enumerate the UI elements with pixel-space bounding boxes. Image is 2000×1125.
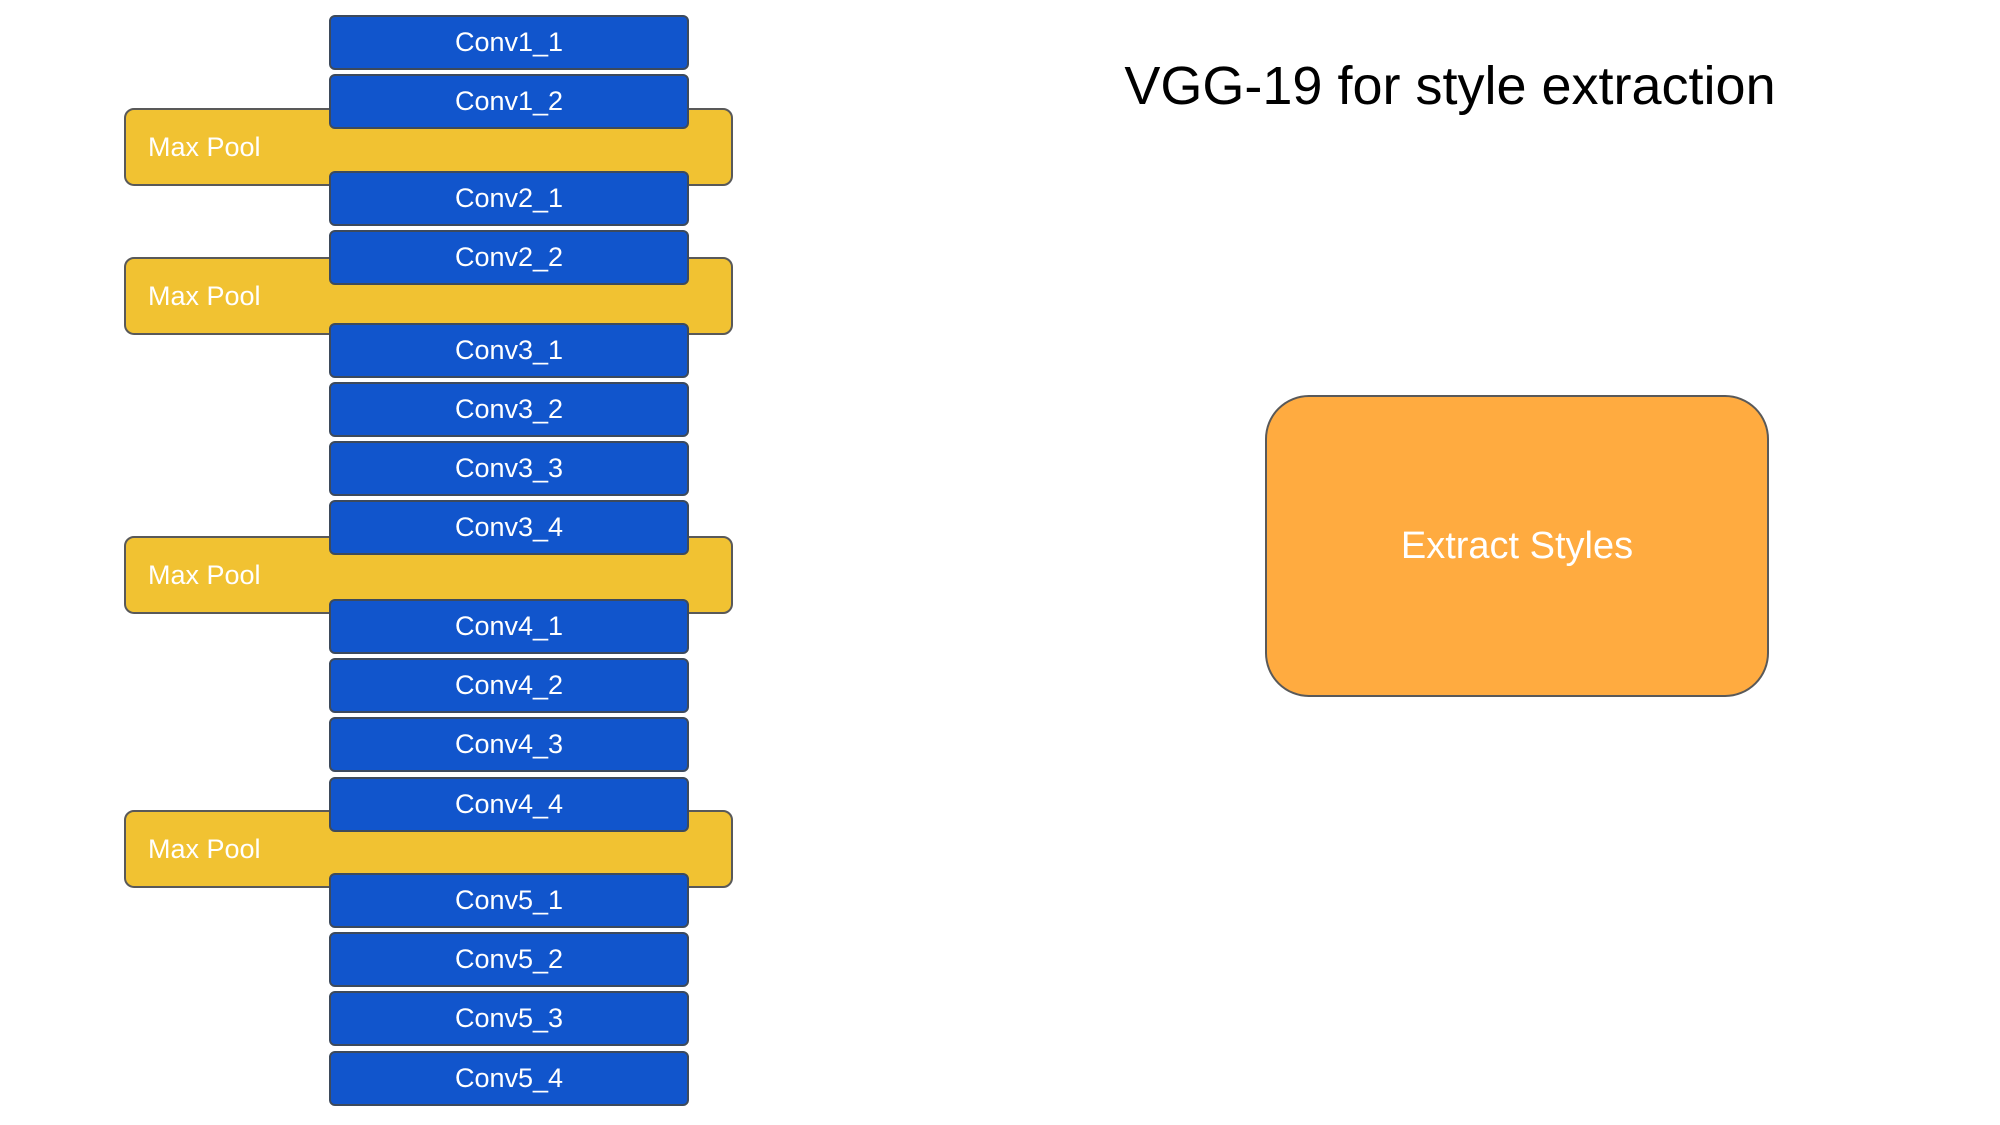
conv5-3-box: Conv5_3 bbox=[329, 991, 689, 1046]
conv2-1-box: Conv2_1 bbox=[329, 171, 689, 226]
conv5-2-box: Conv5_2 bbox=[329, 932, 689, 987]
conv4-2-box: Conv4_2 bbox=[329, 658, 689, 713]
max-pool-2-label: Max Pool bbox=[148, 280, 261, 311]
extract-styles-label: Extract Styles bbox=[1400, 524, 1634, 567]
extract-styles-box: Extract Styles bbox=[1265, 395, 1769, 697]
max-pool-3-label: Max Pool bbox=[148, 559, 261, 590]
conv3-2-box: Conv3_2 bbox=[329, 382, 689, 437]
conv3-4-box: Conv3_4 bbox=[329, 500, 689, 555]
max-pool-1-label: Max Pool bbox=[148, 131, 261, 162]
max-pool-4-label: Max Pool bbox=[148, 833, 261, 864]
conv1-1-box: Conv1_1 bbox=[329, 15, 689, 70]
conv5-1-box: Conv5_1 bbox=[329, 873, 689, 928]
conv3-1-box: Conv3_1 bbox=[329, 323, 689, 378]
conv1-2-box: Conv1_2 bbox=[329, 74, 689, 129]
conv4-4-box: Conv4_4 bbox=[329, 777, 689, 832]
conv2-2-box: Conv2_2 bbox=[329, 230, 689, 285]
conv5-4-box: Conv5_4 bbox=[329, 1051, 689, 1106]
conv3-3-box: Conv3_3 bbox=[329, 441, 689, 496]
conv4-3-box: Conv4_3 bbox=[329, 717, 689, 772]
conv4-1-box: Conv4_1 bbox=[329, 599, 689, 654]
diagram-title: VGG-19 for style extraction bbox=[1124, 56, 1776, 116]
